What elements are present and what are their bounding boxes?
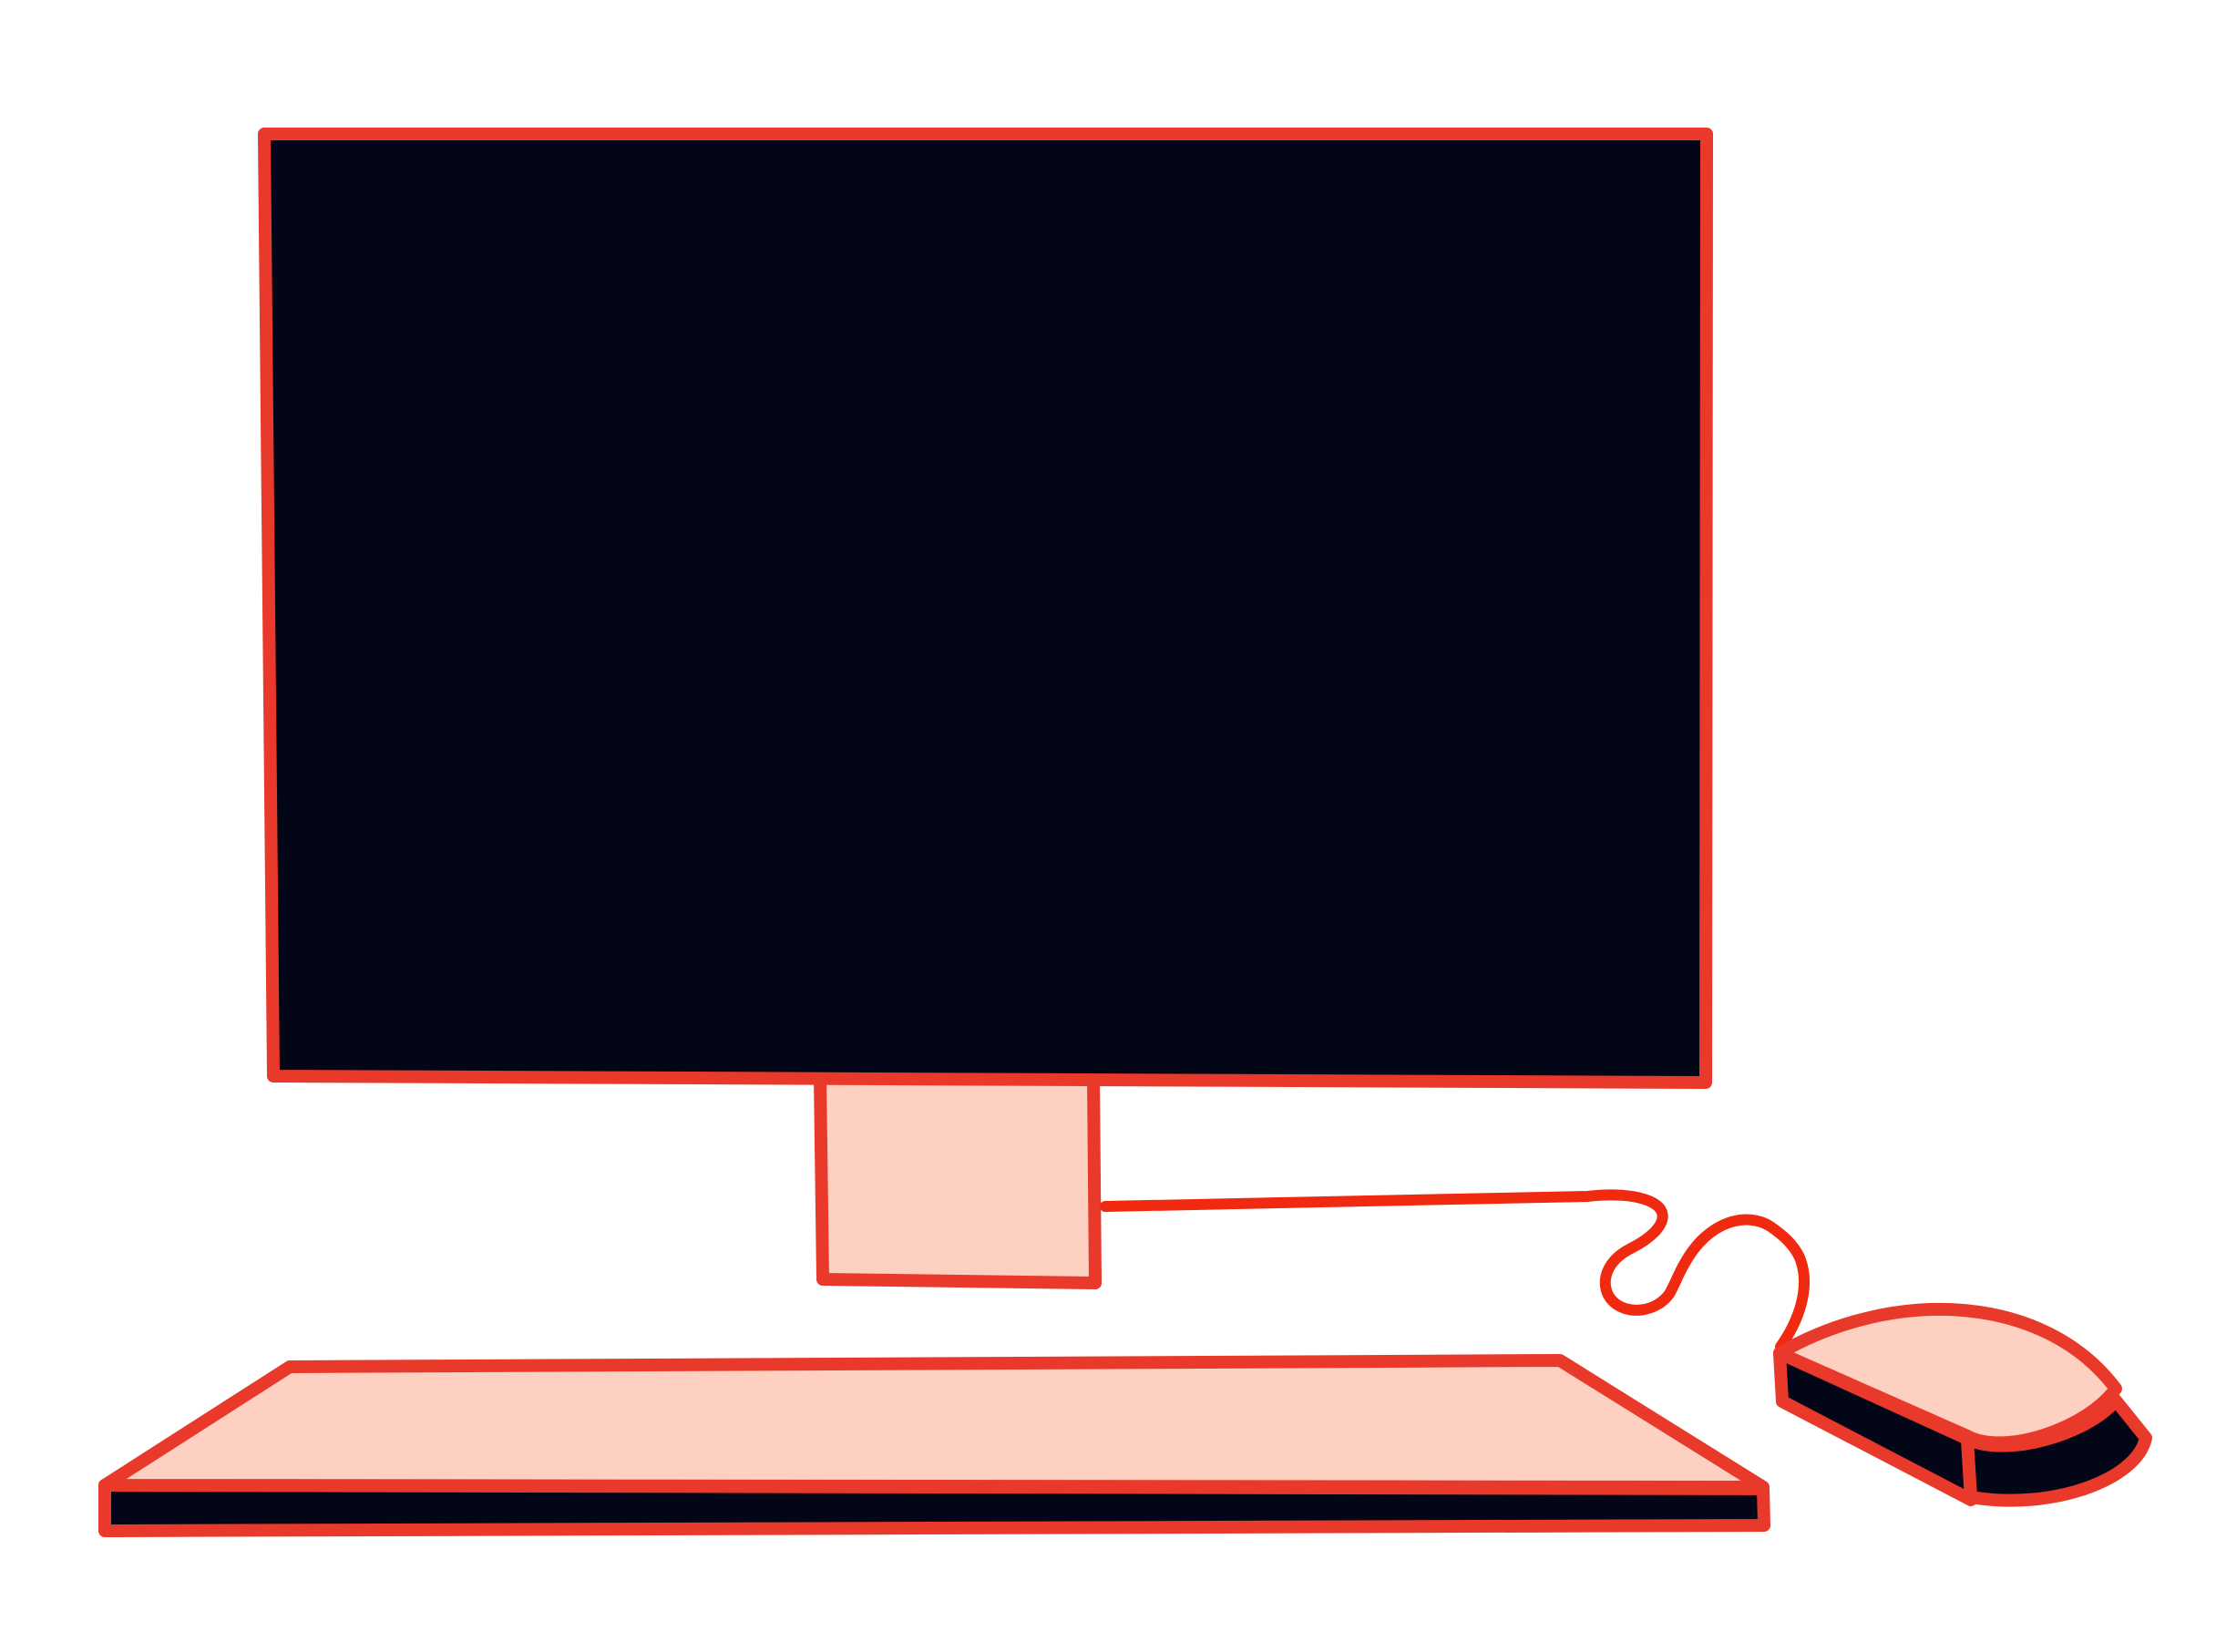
keyboard-top [98,1354,1770,1493]
desktop-computer-illustration [0,0,2216,1652]
monitor-screen [258,128,1713,1089]
monitor-stand [814,1071,1102,1289]
